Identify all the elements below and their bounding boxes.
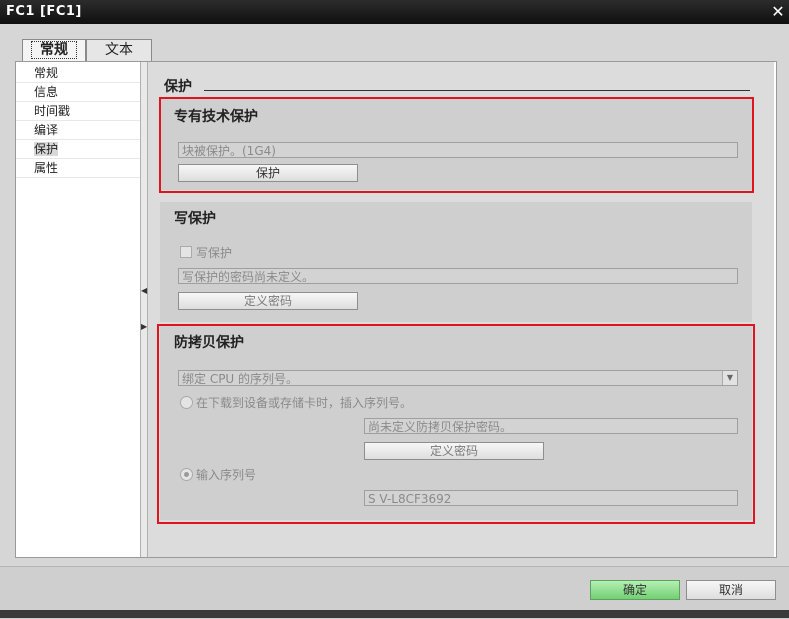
tab-general-label: 常规	[31, 41, 77, 59]
nav-item-label: 属性	[34, 161, 59, 175]
define-copy-password-button[interactable]: 定义密码	[364, 442, 544, 460]
know-how-title: 专有技术保护	[174, 109, 258, 125]
insert-serial-label: 在下载到设备或存储卡时，插入序列号。	[196, 396, 413, 410]
know-how-status-field: 块被保护。(1G4)	[178, 142, 738, 158]
copy-protection-type-select[interactable]: 绑定 CPU 的序列号。 ▼	[178, 370, 738, 386]
dialog-window: FC1 [FC1] ✕ 常规 文本 常规 信息 时间戳 编译 保护 属性 ◀ ▶…	[0, 0, 789, 619]
radio-selected-dot	[184, 472, 189, 477]
nav-item-protection[interactable]: 保护	[16, 140, 140, 159]
chevron-down-icon[interactable]: ▼	[722, 371, 737, 385]
enter-serial-radio[interactable]	[180, 468, 193, 481]
write-protection-checkbox[interactable]	[180, 246, 192, 258]
nav-item-compile[interactable]: 编译	[16, 121, 140, 140]
nav-item-label: 时间戳	[34, 104, 71, 118]
content-area: 常规 信息 时间戳 编译 保护 属性 ◀ ▶ 保护 专有技术保护 块被保护。(1…	[15, 61, 777, 558]
nav-item-label: 信息	[34, 85, 59, 99]
title-bar: FC1 [FC1] ✕	[0, 0, 789, 24]
expand-right-icon[interactable]: ▶	[141, 322, 147, 331]
splitter[interactable]: ◀ ▶	[140, 62, 148, 557]
protect-button[interactable]: 保护	[178, 164, 358, 182]
write-password-status-field: 写保护的密码尚未定义。	[178, 268, 738, 284]
copy-protection-title: 防拷贝保护	[174, 335, 244, 351]
protection-pane: 保护 专有技术保护 块被保护。(1G4) 保护 写保护 写保护 写保护的密码尚未…	[148, 62, 774, 557]
know-how-protection-panel: 专有技术保护 块被保护。(1G4) 保护	[160, 98, 752, 190]
enter-serial-label: 输入序列号	[196, 468, 257, 482]
collapse-left-icon[interactable]: ◀	[141, 286, 147, 295]
insert-serial-radio[interactable]	[180, 396, 193, 409]
nav-item-label: 编译	[34, 123, 59, 137]
window-title: FC1 [FC1]	[6, 4, 82, 19]
bottom-border	[0, 610, 789, 618]
define-password-button[interactable]: 定义密码	[178, 292, 358, 310]
section-divider	[204, 90, 750, 91]
close-icon[interactable]: ✕	[769, 3, 787, 21]
serial-number-input[interactable]: S V-L8CF3692	[364, 490, 738, 506]
cancel-button[interactable]: 取消	[686, 580, 776, 600]
nav-item-label: 常规	[34, 66, 59, 80]
tab-general[interactable]: 常规	[22, 39, 86, 62]
write-protection-checkbox-label: 写保护	[196, 246, 233, 260]
nav-item-timestamp[interactable]: 时间戳	[16, 102, 140, 121]
tab-text-label: 文本	[105, 42, 133, 58]
nav-item-general[interactable]: 常规	[16, 64, 140, 83]
copy-protection-type-value: 绑定 CPU 的序列号。	[182, 372, 299, 386]
copy-protection-panel: 防拷贝保护 绑定 CPU 的序列号。 ▼ 在下载到设备或存储卡时，插入序列号。 …	[160, 326, 752, 520]
tab-text[interactable]: 文本	[86, 39, 152, 61]
nav-item-info[interactable]: 信息	[16, 83, 140, 102]
copy-password-status-field: 尚未定义防拷贝保护密码。	[364, 418, 738, 434]
ok-button[interactable]: 确定	[590, 580, 680, 600]
section-title: 保护	[164, 79, 192, 95]
nav-item-label: 保护	[34, 142, 59, 156]
nav-item-attributes[interactable]: 属性	[16, 159, 140, 178]
write-protection-title: 写保护	[174, 211, 216, 227]
write-protection-panel: 写保护 写保护 写保护的密码尚未定义。 定义密码	[160, 202, 752, 322]
left-navigation: 常规 信息 时间戳 编译 保护 属性	[16, 62, 140, 557]
